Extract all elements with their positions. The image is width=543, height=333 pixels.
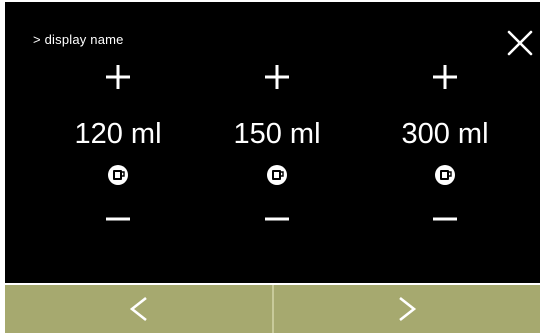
preset-column-1: 120 ml: [53, 60, 183, 230]
breadcrumb: > display name: [33, 32, 124, 47]
increase-button[interactable]: [101, 60, 135, 94]
chevron-left-icon: [129, 296, 147, 322]
device-frame: > display name 120 ml 150 ml 300 ml: [0, 0, 543, 333]
cup-icon: [434, 164, 456, 186]
cup-icon: [107, 164, 129, 186]
plus-icon: [265, 65, 289, 89]
plus-icon: [106, 65, 130, 89]
close-icon: [507, 30, 533, 56]
volume-value: 120 ml: [74, 118, 162, 150]
plus-icon: [433, 65, 457, 89]
decrease-button[interactable]: [101, 202, 135, 236]
previous-button[interactable]: [5, 285, 274, 333]
volume-value: 300 ml: [401, 118, 489, 150]
preset-column-2: 150 ml: [212, 60, 342, 230]
volume-value: 150 ml: [233, 118, 321, 150]
minus-icon: [433, 217, 457, 221]
increase-button[interactable]: [260, 60, 294, 94]
minus-icon: [265, 217, 289, 221]
decrease-button[interactable]: [428, 202, 462, 236]
chevron-right-icon: [399, 296, 417, 322]
navigation-bar: [5, 285, 540, 333]
display-screen: > display name 120 ml 150 ml 300 ml: [5, 2, 540, 283]
cup-icon: [266, 164, 288, 186]
preset-column-3: 300 ml: [380, 60, 510, 230]
increase-button[interactable]: [428, 60, 462, 94]
decrease-button[interactable]: [260, 202, 294, 236]
next-button[interactable]: [274, 285, 540, 333]
close-button[interactable]: [505, 28, 535, 58]
minus-icon: [106, 217, 130, 221]
